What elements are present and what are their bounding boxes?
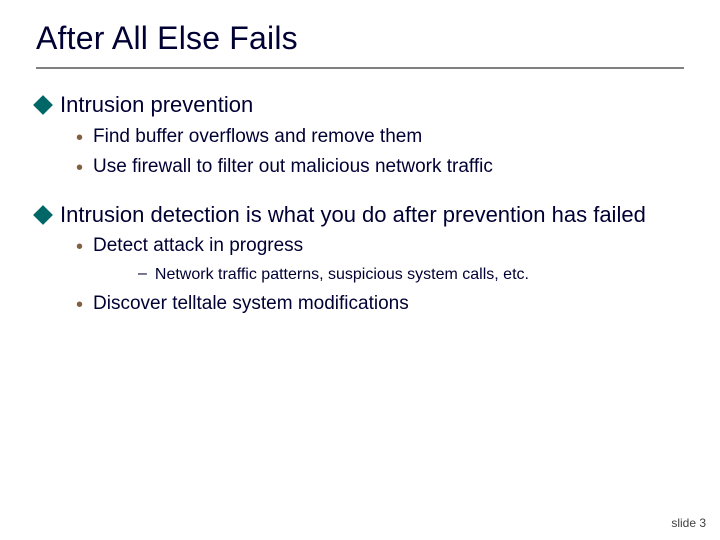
diamond-bullet-icon [33,205,53,225]
topic-row: Intrusion prevention [36,91,684,119]
topic-heading: Intrusion prevention [60,91,253,119]
dash-bullet-icon: – [138,264,147,285]
slide-title: After All Else Fails [36,20,684,57]
slide-number: slide 3 [671,516,706,530]
sub-sub-text: Network traffic patterns, suspicious sys… [155,264,529,286]
sub-text: Discover telltale system modifications [93,292,409,317]
topic-row: Intrusion detection is what you do after… [36,201,684,229]
title-rule [36,67,684,69]
dot-bullet-icon: • [76,234,83,260]
slide: After All Else Fails Intrusion preventio… [0,0,720,540]
sub-item: • Use firewall to filter out malicious n… [76,155,684,181]
sub-sub-list: – Network traffic patterns, suspicious s… [76,264,684,286]
sub-text: Detect attack in progress [93,234,303,259]
sub-sub-item: – Network traffic patterns, suspicious s… [138,264,684,286]
sub-item: • Detect attack in progress [76,234,684,260]
sub-text: Find buffer overflows and remove them [93,125,422,150]
sub-item: • Discover telltale system modifications [76,292,684,318]
dot-bullet-icon: • [76,292,83,318]
sub-list: • Find buffer overflows and remove them … [36,125,684,181]
topic-heading: Intrusion detection is what you do after… [60,201,646,229]
sub-item: • Find buffer overflows and remove them [76,125,684,151]
dot-bullet-icon: • [76,125,83,151]
dot-bullet-icon: • [76,155,83,181]
sub-text: Use firewall to filter out malicious net… [93,155,493,180]
sub-list: • Detect attack in progress – Network tr… [36,234,684,318]
diamond-bullet-icon [33,95,53,115]
